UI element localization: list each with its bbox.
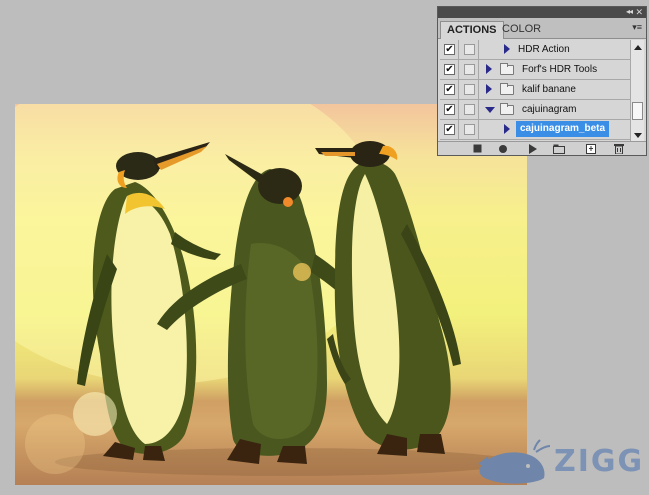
toggle-dialog-checkbox[interactable] — [464, 104, 475, 115]
dialog-cell — [460, 60, 479, 79]
toggle-cell: ✔ — [440, 100, 459, 119]
new-action-icon[interactable] — [584, 143, 598, 154]
toggle-cell: ✔ — [440, 40, 459, 59]
dialog-cell — [460, 100, 479, 119]
toggle-cell: ✔ — [440, 80, 459, 99]
actions-list: ✔ HDR Action ✔ Forf's HDR Tools ✔ kalif … — [440, 40, 630, 143]
scroll-up-icon[interactable] — [634, 45, 642, 50]
close-icon[interactable]: ✕ — [635, 7, 643, 18]
scroll-down-icon[interactable] — [634, 133, 642, 138]
toggle-dialog-checkbox[interactable] — [464, 124, 475, 135]
folder-icon — [500, 83, 514, 95]
penguins-image — [15, 104, 515, 476]
new-set-icon[interactable] — [552, 143, 566, 154]
list-item[interactable]: ✔ Forf's HDR Tools — [440, 60, 630, 80]
triangle-right-icon[interactable] — [486, 84, 492, 94]
panel-menu-icon[interactable]: ▾≡ — [632, 22, 642, 33]
action-set-label: kalif banane — [522, 84, 576, 95]
record-icon[interactable] — [496, 143, 510, 154]
toggle-dialog-checkbox[interactable] — [464, 44, 475, 55]
toggle-item-checkbox[interactable]: ✔ — [444, 44, 455, 55]
play-icon[interactable] — [526, 143, 540, 154]
toggle-item-checkbox[interactable]: ✔ — [444, 104, 455, 115]
list-scrollbar[interactable] — [630, 40, 644, 143]
action-set-label: cajuinagram — [522, 104, 577, 115]
action-label-selected: cajuinagram_beta — [516, 121, 610, 137]
dialog-cell — [460, 120, 479, 139]
panel-title-bar[interactable]: ◂◂ ✕ — [438, 7, 646, 18]
action-label: HDR Action — [518, 44, 570, 55]
toggle-item-checkbox[interactable]: ✔ — [444, 84, 455, 95]
panel-tab-bar: ACTIONS COLOR ▾≡ — [438, 18, 646, 39]
toggle-dialog-checkbox[interactable] — [464, 64, 475, 75]
action-set-label: Forf's HDR Tools — [522, 64, 598, 75]
stop-icon[interactable] — [470, 143, 484, 154]
watermark-logo: ZIGG — [476, 438, 646, 488]
folder-icon — [500, 103, 514, 115]
watermark-text: ZIGG — [554, 444, 645, 479]
list-item[interactable]: ✔ HDR Action — [440, 40, 630, 60]
triangle-right-icon[interactable] — [504, 44, 510, 54]
folder-icon — [500, 63, 514, 75]
toggle-dialog-checkbox[interactable] — [464, 84, 475, 95]
dialog-cell — [460, 40, 479, 59]
triangle-down-icon[interactable] — [485, 107, 495, 113]
panel-footer-toolbar — [438, 141, 646, 155]
toggle-item-checkbox[interactable]: ✔ — [444, 124, 455, 135]
document-canvas-photo — [15, 104, 527, 485]
triangle-right-icon[interactable] — [504, 124, 510, 134]
tab-actions[interactable]: ACTIONS — [440, 21, 504, 39]
triangle-right-icon[interactable] — [486, 64, 492, 74]
list-item[interactable]: ✔ cajuinagram — [440, 100, 630, 120]
trash-icon[interactable] — [612, 143, 626, 154]
list-item[interactable]: ✔ kalif banane — [440, 80, 630, 100]
actions-panel: ◂◂ ✕ ACTIONS COLOR ▾≡ ✔ HDR Action ✔ For… — [437, 6, 647, 156]
toggle-item-checkbox[interactable]: ✔ — [444, 64, 455, 75]
tab-color[interactable]: COLOR — [496, 21, 547, 39]
scroll-thumb[interactable] — [632, 102, 643, 120]
list-item[interactable]: ✔ cajuinagram_beta — [440, 120, 630, 140]
dialog-cell — [460, 80, 479, 99]
toggle-cell: ✔ — [440, 60, 459, 79]
whale-icon — [478, 439, 551, 484]
toggle-cell: ✔ — [440, 120, 459, 139]
double-chevron-right-icon[interactable]: ◂◂ — [626, 7, 633, 18]
